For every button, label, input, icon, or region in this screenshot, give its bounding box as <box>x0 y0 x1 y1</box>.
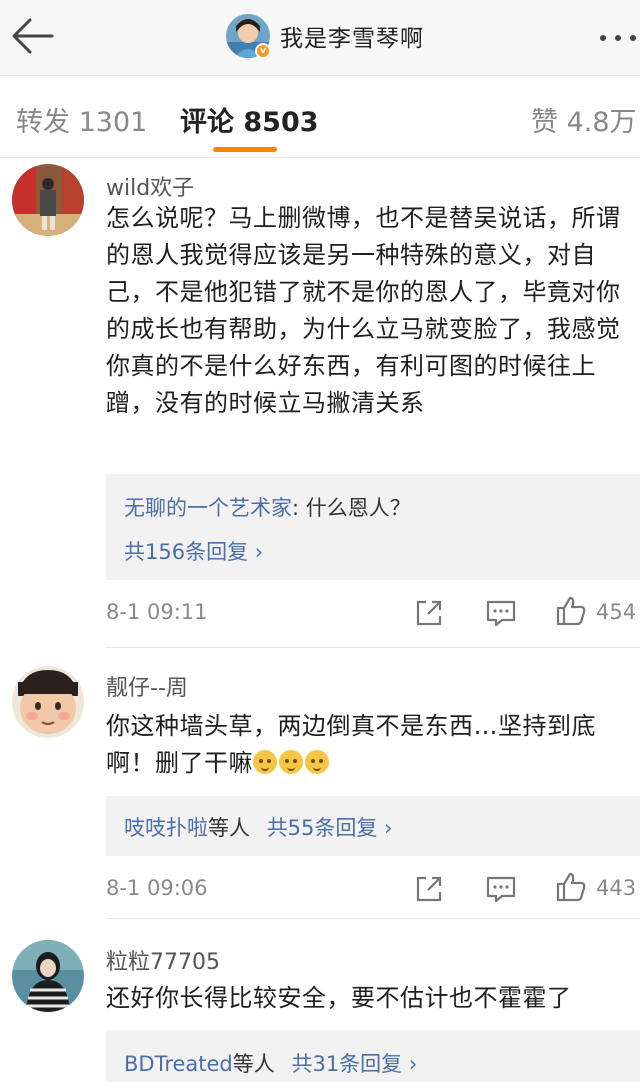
share-button[interactable] <box>412 596 446 630</box>
comment-button[interactable] <box>484 872 518 906</box>
avatar[interactable] <box>12 164 84 236</box>
reply-text: 等人 <box>232 1052 275 1076</box>
comment-text: 还好你长得比较安全，要不估计也不霍霍了 <box>106 984 572 1012</box>
comment-divider <box>106 918 640 919</box>
comment-time: 8-1 09:06 <box>106 876 208 900</box>
comment-icon <box>486 876 516 903</box>
back-arrow-icon <box>12 18 54 54</box>
reply-preview-line: BDTreated等人 共31条回复 › <box>124 1048 417 1078</box>
doge-emoji-icon <box>305 750 329 774</box>
back-button[interactable] <box>8 14 56 58</box>
tab-bar: 转发 1301 评论 8503 赞 4.8万 <box>0 76 640 158</box>
comment-divider <box>106 647 640 648</box>
doge-emoji-icon <box>279 750 303 774</box>
doge-emoji-icon <box>253 750 277 774</box>
like-button[interactable] <box>554 870 588 904</box>
reply-username[interactable]: 吱吱扑啦 <box>124 816 208 840</box>
more-button[interactable] <box>596 30 640 44</box>
reply-count-link[interactable]: 共55条回复 › <box>267 816 393 840</box>
comment-text: 怎么说呢？马上删微博，也不是替吴说话，所谓的恩人我觉得应该是另一种特殊的意义，对… <box>106 204 621 417</box>
reply-username[interactable]: 无聊的一个艺术家 <box>124 496 292 520</box>
like-count: 443 <box>596 876 637 900</box>
reply-count-link[interactable]: 共156条回复 › <box>124 536 263 566</box>
share-icon <box>416 876 442 902</box>
comment-text-block: 你这种墙头草，两边倒真不是东西…坚持到底啊！删了干嘛 <box>106 708 636 782</box>
reply-preview-box[interactable]: 无聊的一个艺术家: 什么恩人？ 共156条回复 › <box>106 474 640 580</box>
tab-reposts[interactable]: 转发 1301 <box>16 100 147 139</box>
comment-button[interactable] <box>484 596 518 630</box>
reply-preview-line: 吱吱扑啦等人 共55条回复 › <box>124 812 392 842</box>
avatar[interactable] <box>12 940 84 1012</box>
tab-comments[interactable]: 评论 8503 <box>180 100 319 139</box>
reply-preview-box[interactable]: 吱吱扑啦等人 共55条回复 › <box>106 796 640 856</box>
comment-username[interactable]: 靓仔--周 <box>106 670 188 702</box>
verified-badge-icon: v <box>255 43 271 59</box>
reply-count-link[interactable]: 共31条回复 › <box>291 1052 417 1076</box>
share-icon <box>416 600 442 626</box>
reply-preview-line: 无聊的一个艺术家: 什么恩人？ <box>124 492 411 522</box>
avatar[interactable] <box>12 666 84 738</box>
like-icon <box>556 872 586 902</box>
more-dots-icon <box>600 35 636 41</box>
comment-time: 8-1 09:11 <box>106 600 208 624</box>
reply-username[interactable]: BDTreated <box>124 1052 233 1076</box>
like-count: 454 <box>596 600 637 624</box>
top-bar: 我是李雪琴啊 v <box>0 0 640 76</box>
comment-text: 你这种墙头草，两边倒真不是东西…坚持到底啊！删了干嘛 <box>106 712 596 777</box>
like-button[interactable] <box>554 594 588 628</box>
reply-text: : 什么恩人？ <box>292 496 411 520</box>
share-button[interactable] <box>412 872 446 906</box>
reply-text: 等人 <box>208 816 250 840</box>
reply-preview-box[interactable]: BDTreated等人 共31条回复 › <box>106 1030 640 1082</box>
comment-icon <box>486 600 516 627</box>
tab-likes[interactable]: 赞 4.8万 <box>531 100 637 139</box>
like-icon <box>556 596 586 626</box>
active-tab-indicator <box>213 147 277 152</box>
page-title: 我是李雪琴啊 <box>280 26 424 52</box>
comment-username[interactable]: 粒粒77705 <box>106 944 220 976</box>
comment-username[interactable]: wild欢子 <box>106 170 194 202</box>
